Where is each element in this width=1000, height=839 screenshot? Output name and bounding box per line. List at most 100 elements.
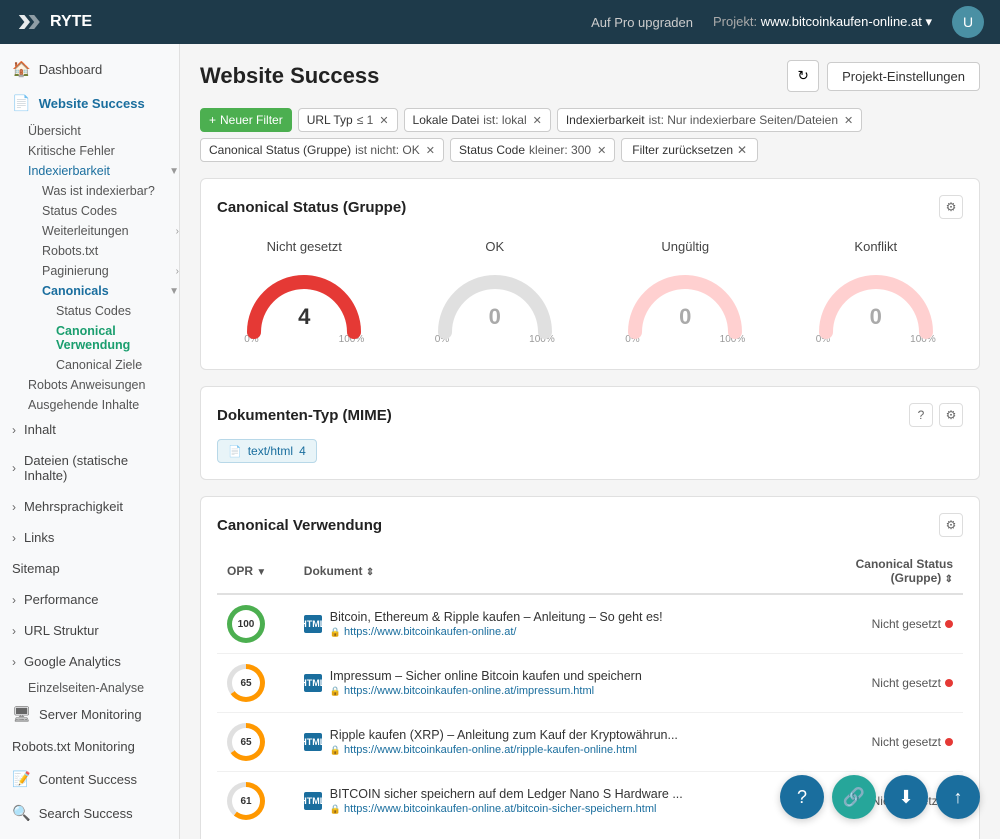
sidebar-item-google-analytics[interactable]: › Google Analytics xyxy=(0,646,179,677)
doc-type-icon-4: HTML xyxy=(304,792,322,810)
sidebar-item-url-struktur[interactable]: › URL Struktur xyxy=(0,615,179,646)
filter-lokale-datei-close[interactable]: ✕ xyxy=(533,114,542,127)
gauge-konflikt-label: Konflikt xyxy=(854,239,897,254)
sidebar-item-paginierung[interactable]: Paginierung › xyxy=(0,260,179,280)
col-dokument[interactable]: Dokument ⇕ xyxy=(294,549,811,594)
row-status-1: Nicht gesetzt xyxy=(811,594,963,654)
sidebar-item-canonicals-status[interactable]: Status Codes xyxy=(0,300,179,320)
top-navigation: RYTE Auf Pro upgraden Projekt: www.bitco… xyxy=(0,0,1000,44)
filter-url-typ: URL Typ ≤ 1 ✕ xyxy=(298,108,398,132)
analytics-chevron-icon: › xyxy=(12,655,16,669)
sidebar-item-indexierbarkeit[interactable]: Indexierbarkeit ▼ xyxy=(0,160,179,180)
status-dot-3 xyxy=(945,738,953,746)
sidebar-item-website-success[interactable]: 📄 Website Success xyxy=(0,86,179,120)
filter-indexierbarkeit: Indexierbarkeit ist: Nur indexierbare Se… xyxy=(557,108,862,132)
row-opr-2: 65 xyxy=(217,654,294,713)
doc-type-icon-2: HTML xyxy=(304,674,322,692)
lock-icon-4: 🔒 xyxy=(330,804,341,815)
avatar[interactable]: U xyxy=(952,6,984,38)
sidebar-item-server-monitoring[interactable]: 🖥 Server Monitoring xyxy=(0,697,179,731)
col-canonical-status[interactable]: Canonical Status(Gruppe) ⇕ xyxy=(811,549,963,594)
mime-settings-btn[interactable]: ⚙ xyxy=(939,403,963,427)
canonical-verwendung-title: Canonical Verwendung xyxy=(217,517,382,534)
fab-download-button[interactable]: ⬇ xyxy=(884,775,928,819)
filter-neuer-filter[interactable]: + Neuer Filter xyxy=(200,108,292,132)
sidebar-label-performance: Performance xyxy=(24,592,98,607)
nav-right: Auf Pro upgraden Projekt: www.bitcoinkau… xyxy=(591,6,984,38)
doc-type-icon-1: HTML xyxy=(304,615,322,633)
fab-scroll-top-button[interactable]: ↑ xyxy=(936,775,980,819)
project-label: Projekt: xyxy=(713,14,757,29)
doc-url-1[interactable]: 🔒 https://www.bitcoinkaufen-online.at/ xyxy=(330,626,663,638)
sidebar-item-robots-monitoring[interactable]: Robots.txt Monitoring xyxy=(0,731,179,762)
page-header: Website Success ↻ Projekt-Einstellungen xyxy=(200,60,980,92)
sidebar-item-search-success[interactable]: 🔍 Search Success xyxy=(0,796,179,830)
row-opr-1: 100 xyxy=(217,594,294,654)
row-status-3: Nicht gesetzt xyxy=(811,713,963,772)
sidebar-item-dateien[interactable]: › Dateien (statische Inhalte) xyxy=(0,445,179,491)
canonical-status-card: Canonical Status (Gruppe) ⚙ Nicht gesetz… xyxy=(200,178,980,370)
filter-indexierbarkeit-close[interactable]: ✕ xyxy=(844,114,853,127)
mime-help-btn[interactable]: ? xyxy=(909,403,933,427)
sidebar-item-was-ist[interactable]: Was ist indexierbar? xyxy=(0,180,179,200)
sidebar-label-url-struktur: URL Struktur xyxy=(24,623,99,638)
row-doc-3: HTML Ripple kaufen (XRP) – Anleitung zum… xyxy=(294,713,811,772)
sidebar-item-content-success[interactable]: 📝 Content Success xyxy=(0,762,179,796)
fab-link-button[interactable]: 🔗 xyxy=(832,775,876,819)
filter-lokale-datei: Lokale Datei ist: lokal ✕ xyxy=(404,108,551,132)
sidebar-item-performance[interactable]: › Performance xyxy=(0,584,179,615)
filter-url-typ-close[interactable]: ✕ xyxy=(379,114,388,127)
indexierbarkeit-chevron: ▼ xyxy=(169,166,179,177)
sidebar-label-search-success: Search Success xyxy=(39,806,133,821)
canonical-status-card-header: Canonical Status (Gruppe) ⚙ xyxy=(217,195,963,219)
table-row: 65 HTML Ripple kaufen (XRP) – Anleitung … xyxy=(217,713,963,772)
fab-group: ? 🔗 ⬇ ↑ xyxy=(780,775,980,819)
sidebar-label-dashboard: Dashboard xyxy=(39,62,103,77)
sidebar-item-inhalt[interactable]: › Inhalt xyxy=(0,414,179,445)
sidebar-label-sitemap: Sitemap xyxy=(12,561,60,576)
fab-help-button[interactable]: ? xyxy=(780,775,824,819)
mime-badge: 📄 text/html 4 xyxy=(217,439,317,463)
canonical-verwendung-header: Canonical Verwendung ⚙ xyxy=(217,513,963,537)
canonical-status-settings-btn[interactable]: ⚙ xyxy=(939,195,963,219)
filter-indexierbarkeit-label: Indexierbarkeit xyxy=(566,113,645,127)
table-row: 100 HTML Bitcoin, Ethereum & Ripple kauf… xyxy=(217,594,963,654)
content-icon: 📝 xyxy=(12,770,31,788)
filter-reset-button[interactable]: Filter zurücksetzen ✕ xyxy=(621,138,758,162)
status-dot-2 xyxy=(945,679,953,687)
filter-status-code-close[interactable]: ✕ xyxy=(597,144,606,157)
doc-url-4[interactable]: 🔒 https://www.bitcoinkaufen-online.at/bi… xyxy=(330,803,683,815)
sidebar-label-mehrsprachigkeit: Mehrsprachigkeit xyxy=(24,499,123,514)
filter-canonical-close[interactable]: ✕ xyxy=(426,144,435,157)
doc-url-2[interactable]: 🔒 https://www.bitcoinkaufen-online.at/im… xyxy=(330,685,642,697)
upgrade-button[interactable]: Auf Pro upgraden xyxy=(591,15,693,30)
sidebar-item-weiterleitungen[interactable]: Weiterleitungen › xyxy=(0,220,179,240)
sidebar-item-sitemap[interactable]: Sitemap xyxy=(0,553,179,584)
doc-url-3[interactable]: 🔒 https://www.bitcoinkaufen-online.at/ri… xyxy=(330,744,678,756)
sidebar-item-canonicals[interactable]: Canonicals ▼ xyxy=(0,280,179,300)
canonical-verwendung-settings-btn[interactable]: ⚙ xyxy=(939,513,963,537)
col-opr[interactable]: OPR ▼ xyxy=(217,549,294,594)
server-icon: 🖥 xyxy=(12,705,31,723)
sidebar-item-canonical-verwendung[interactable]: Canonical Verwendung xyxy=(0,320,179,354)
project-selector[interactable]: www.bitcoinkaufen-online.at ▾ xyxy=(761,14,932,29)
sidebar-item-ubersicht[interactable]: Übersicht xyxy=(0,120,179,140)
sidebar-label-content-success: Content Success xyxy=(39,772,137,787)
sidebar-item-mehrsprachigkeit[interactable]: › Mehrsprachigkeit xyxy=(0,491,179,522)
filter-status-code-value: kleiner: 300 xyxy=(529,143,591,157)
refresh-button[interactable]: ↻ xyxy=(787,60,819,92)
sidebar-item-canonical-ziele[interactable]: Canonical Ziele xyxy=(0,354,179,374)
gauge-ungultig: Ungültig 0 0%100% xyxy=(598,239,773,345)
sidebar-item-robots-txt[interactable]: Robots.txt xyxy=(0,240,179,260)
sidebar-item-robots-anweisungen[interactable]: Robots Anweisungen xyxy=(0,374,179,394)
projekt-einstellungen-button[interactable]: Projekt-Einstellungen xyxy=(827,62,980,91)
sidebar-item-dashboard[interactable]: 🏠 Dashboard xyxy=(0,52,179,86)
gauge-ungultig-visual: 0 xyxy=(625,262,745,332)
sidebar-item-einzelseiten[interactable]: Einzelseiten-Analyse xyxy=(0,677,179,697)
filter-neuer-label: Neuer Filter xyxy=(220,113,283,127)
sidebar-item-kritische-fehler[interactable]: Kritische Fehler xyxy=(0,140,179,160)
sidebar-item-ausgehende-inhalte[interactable]: Ausgehende Inhalte xyxy=(0,394,179,414)
filter-url-typ-value: ≤ 1 xyxy=(357,113,374,127)
sidebar-item-status-codes[interactable]: Status Codes xyxy=(0,200,179,220)
sidebar-item-links[interactable]: › Links xyxy=(0,522,179,553)
